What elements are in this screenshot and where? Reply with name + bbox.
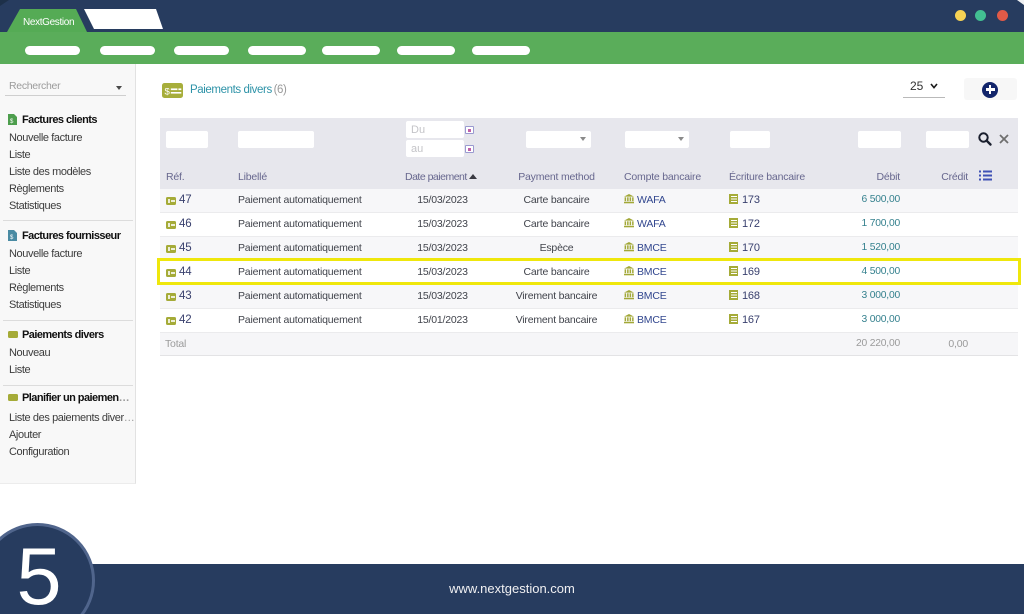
svg-text:$: $ xyxy=(165,86,171,97)
